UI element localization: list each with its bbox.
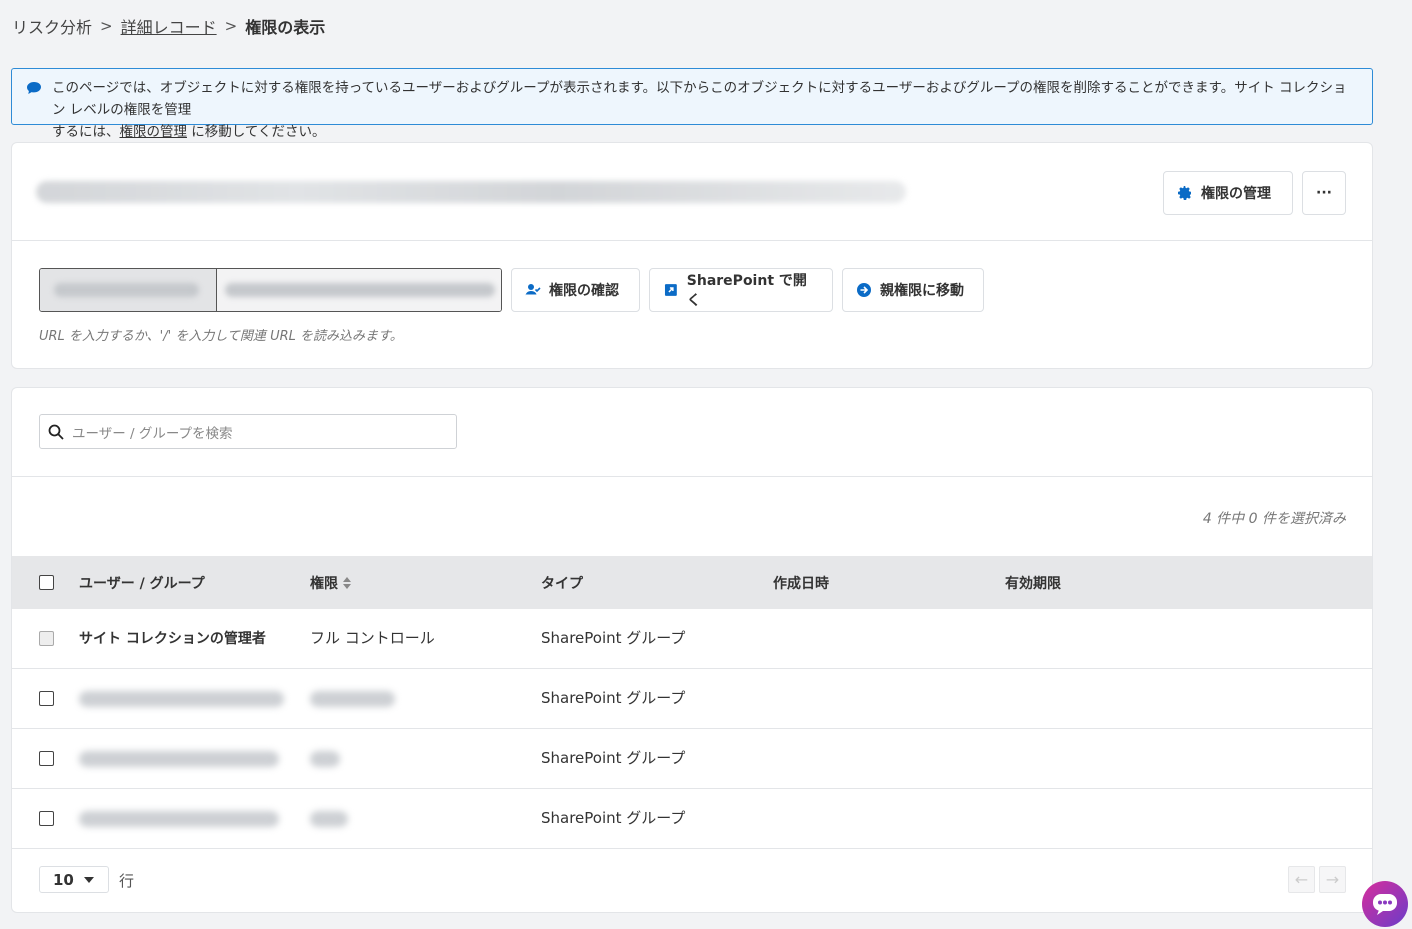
page-size-value: 10 xyxy=(53,870,74,889)
url-hint: URL を入力するか、'/' を入力して関連 URL を読み込みます。 xyxy=(39,329,403,344)
breadcrumb-separator: > xyxy=(224,17,238,35)
permissions-table-card: ユーザー / グループを検索 4 件中 0 件を選択済み ユーザー / グループ… xyxy=(11,387,1373,913)
row-type: SharePoint グループ xyxy=(541,809,686,827)
next-page-button[interactable]: → xyxy=(1319,866,1346,893)
manage-permissions-label: 権限の管理 xyxy=(1201,186,1271,202)
caret-down-icon xyxy=(83,876,94,883)
table-row[interactable]: SharePoint グループ xyxy=(12,669,1372,729)
check-permissions-label: 権限の確認 xyxy=(549,283,619,299)
search-input[interactable]: ユーザー / グループを検索 xyxy=(39,414,457,449)
ellipsis-icon: ··· xyxy=(1316,185,1332,201)
row-checkbox[interactable] xyxy=(39,751,54,766)
search-placeholder: ユーザー / グループを検索 xyxy=(72,425,233,442)
banner-text-line2: するには、権限の管理 に移動してください。 xyxy=(52,121,1358,143)
breadcrumb-risk-analysis[interactable]: リスク分析 xyxy=(12,14,92,38)
arrow-right-icon: → xyxy=(1325,870,1340,889)
rows-label: 行 xyxy=(119,872,135,890)
open-in-sharepoint-label: SharePoint で開く xyxy=(686,273,807,309)
banner-text-post: に移動してください。 xyxy=(187,124,326,140)
go-to-parent-label: 親権限に移動 xyxy=(880,283,964,299)
breadcrumb-detail-records[interactable]: 詳細レコード xyxy=(121,14,217,38)
breadcrumb-separator: > xyxy=(100,17,113,35)
table-header: ユーザー / グループ 権限 タイプ 作成日時 有効期限 xyxy=(12,556,1372,609)
chat-bubble-icon xyxy=(27,82,41,94)
url-input[interactable] xyxy=(39,268,502,312)
chat-assistant-button[interactable] xyxy=(1362,881,1408,927)
row-permission-redacted xyxy=(310,751,340,767)
more-options-button[interactable]: ··· xyxy=(1302,171,1346,215)
row-user-group-redacted xyxy=(79,691,284,707)
column-header-permission[interactable]: 権限 xyxy=(310,573,352,593)
manage-permissions-button[interactable]: 権限の管理 xyxy=(1163,171,1293,215)
breadcrumb: リスク分析 > 詳細レコード > 権限の表示 xyxy=(12,14,325,38)
open-in-sharepoint-button[interactable]: SharePoint で開く xyxy=(649,268,833,312)
banner-text-line1: このページでは、オブジェクトに対する権限を持っているユーザーおよびグループが表示… xyxy=(52,80,1347,118)
table-row[interactable]: SharePoint グループ xyxy=(12,729,1372,789)
table-row[interactable]: サイト コレクションの管理者 フル コントロール SharePoint グループ xyxy=(12,609,1372,669)
row-user-group: サイト コレクションの管理者 xyxy=(79,631,266,647)
info-banner: このページでは、オブジェクトに対する権限を持っているユーザーおよびグループが表示… xyxy=(11,68,1373,140)
row-permission-redacted xyxy=(310,811,348,827)
sort-icon[interactable] xyxy=(342,576,352,590)
row-checkbox[interactable] xyxy=(39,811,54,826)
gear-icon xyxy=(1178,186,1191,200)
row-checkbox xyxy=(39,631,54,646)
column-header-expiration: 有効期限 xyxy=(1005,576,1061,592)
arrow-left-icon: ← xyxy=(1294,870,1309,889)
user-check-icon xyxy=(525,284,541,296)
select-all-checkbox[interactable] xyxy=(39,575,54,590)
object-title-redacted xyxy=(36,181,906,203)
column-header-created: 作成日時 xyxy=(773,576,829,592)
redacted-text xyxy=(225,283,495,297)
page-title: 権限の表示 xyxy=(245,18,326,37)
prev-page-button[interactable]: ← xyxy=(1288,866,1315,893)
row-type: SharePoint グループ xyxy=(541,629,686,647)
divider xyxy=(12,476,1372,477)
url-path-segment[interactable] xyxy=(217,269,501,311)
row-user-group-redacted xyxy=(79,751,279,767)
check-permissions-button[interactable]: 権限の確認 xyxy=(511,268,640,312)
redacted-text xyxy=(54,283,199,297)
column-header-permission-label: 権限 xyxy=(310,576,338,592)
selection-count: 4 件中 0 件を選択済み xyxy=(1202,511,1346,527)
column-header-type: タイプ xyxy=(541,576,583,592)
banner-text-pre: するには、 xyxy=(52,124,120,140)
manage-permissions-link[interactable]: 権限の管理 xyxy=(120,124,188,140)
table-row[interactable]: SharePoint グループ xyxy=(12,789,1372,849)
search-icon xyxy=(48,424,64,440)
object-card: 権限の管理 ··· 権限の確認 SharePoint で開く 親権限に移動 UR… xyxy=(11,142,1373,369)
external-link-icon xyxy=(664,284,677,296)
row-user-group-redacted xyxy=(79,811,279,827)
row-checkbox[interactable] xyxy=(39,691,54,706)
url-site-segment[interactable] xyxy=(40,269,217,311)
row-type: SharePoint グループ xyxy=(541,689,686,707)
arrow-right-circle-icon xyxy=(857,283,871,297)
divider xyxy=(12,240,1372,241)
row-permission-redacted xyxy=(310,691,395,707)
column-header-user-group: ユーザー / グループ xyxy=(79,576,205,592)
page-size-select[interactable]: 10 xyxy=(39,866,109,893)
chat-bubble-icon xyxy=(1373,894,1397,915)
go-to-parent-button[interactable]: 親権限に移動 xyxy=(842,268,984,312)
row-type: SharePoint グループ xyxy=(541,749,686,767)
row-permission: フル コントロール xyxy=(310,629,435,647)
